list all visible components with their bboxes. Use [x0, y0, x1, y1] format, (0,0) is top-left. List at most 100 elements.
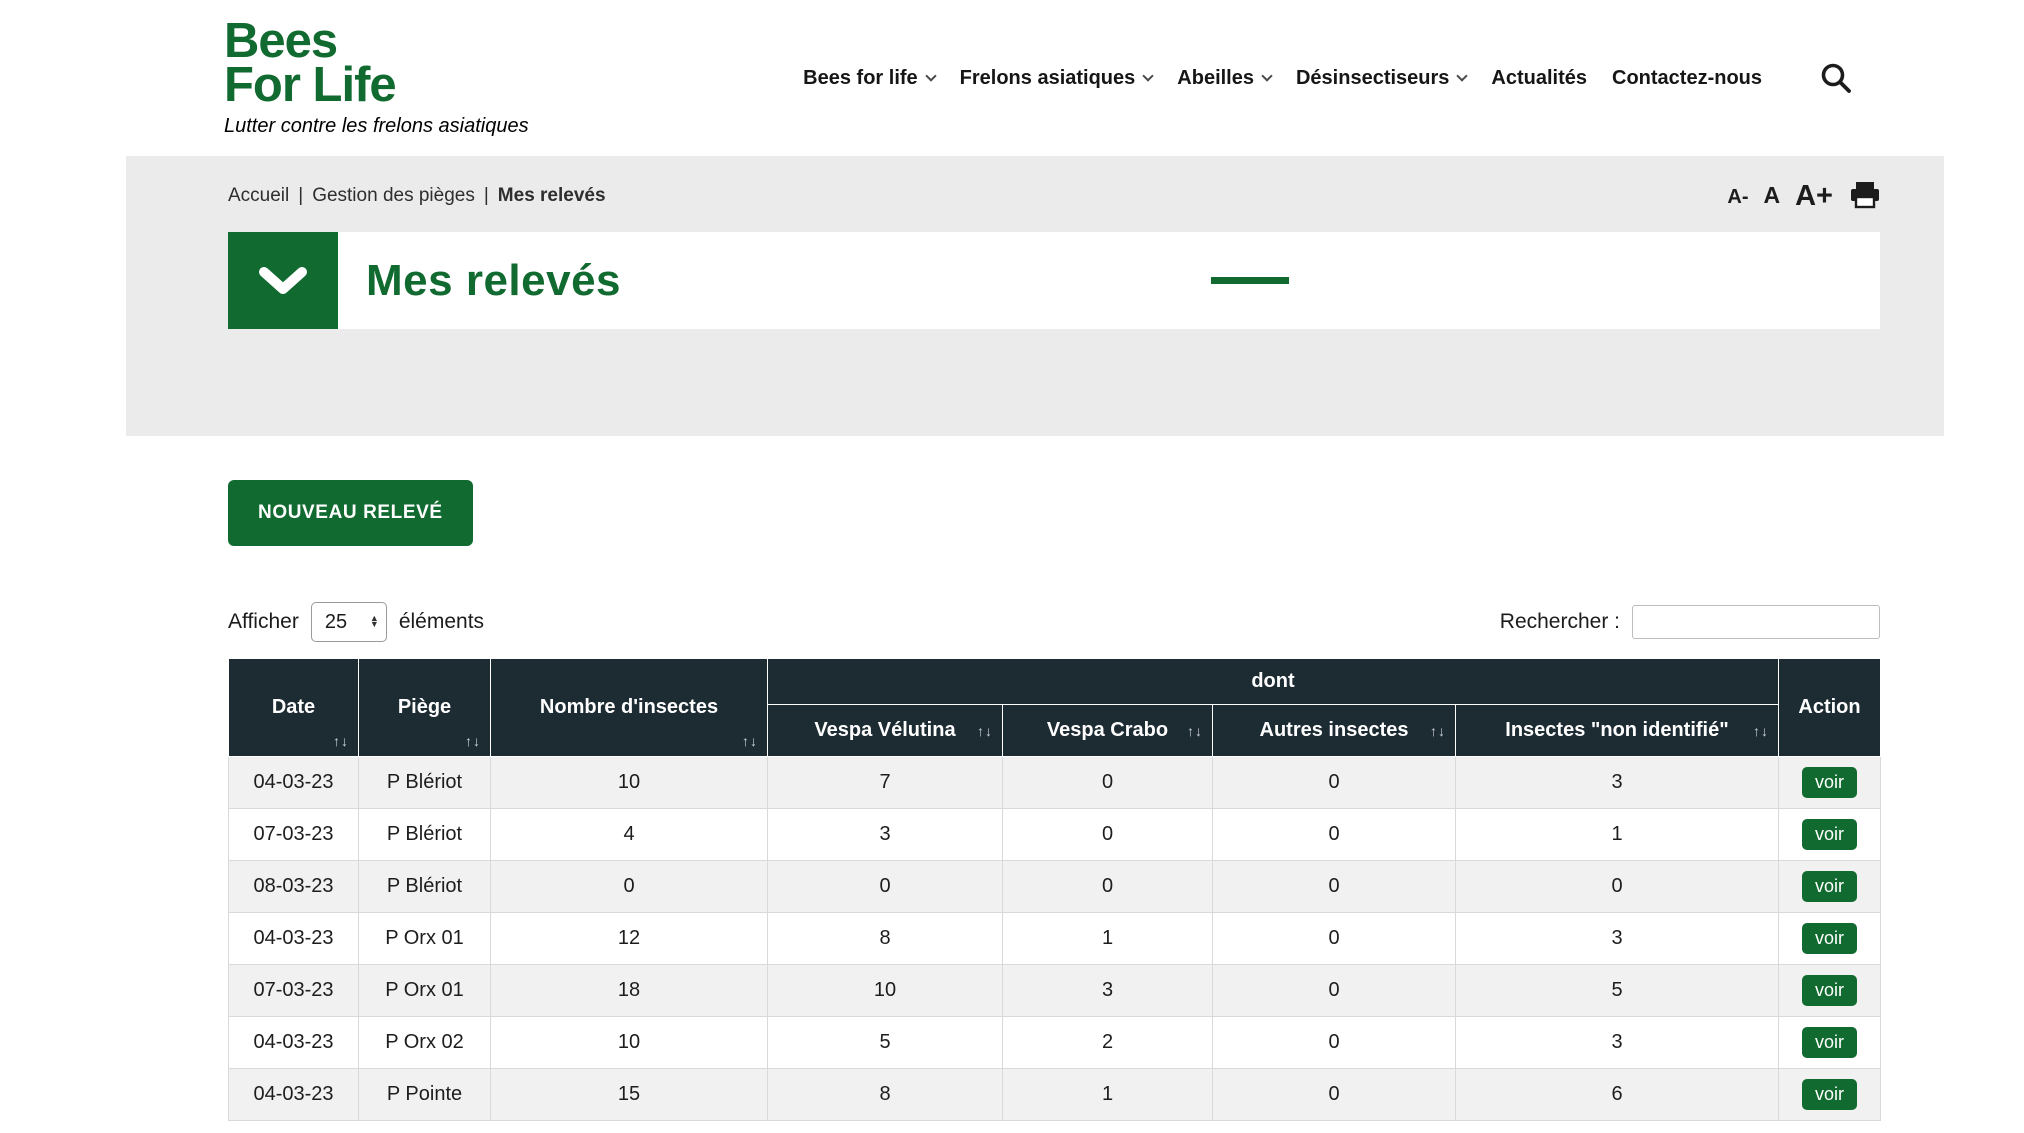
column-header-vespa-crabo[interactable]: Vespa Crabo↑↓ — [1003, 705, 1213, 757]
main-content: NOUVEAU RELEVÉ Afficher 25 ▲ ▼ éléments … — [0, 436, 2024, 1121]
table-body: 04-03-23 P Blériot 10 7 0 0 3 voir 07-03… — [229, 757, 1881, 1121]
cell-action: voir — [1779, 861, 1881, 913]
column-header-insectes-non-identifie[interactable]: Insectes "non identifié"↑↓ — [1456, 705, 1779, 757]
length-suffix-label: éléments — [399, 610, 484, 634]
cell-insectes-non-identifie: 3 — [1456, 757, 1779, 809]
brand-tagline: Lutter contre les frelons asiatiques — [224, 116, 529, 136]
new-releve-button[interactable]: NOUVEAU RELEVÉ — [228, 480, 473, 546]
length-prefix-label: Afficher — [228, 610, 299, 634]
font-larger-button[interactable]: A+ — [1795, 183, 1833, 209]
page-length-control: Afficher 25 ▲ ▼ éléments — [228, 602, 484, 642]
voir-button[interactable]: voir — [1802, 975, 1857, 1006]
table-row: 04-03-23 P Blériot 10 7 0 0 3 voir — [229, 757, 1881, 809]
voir-button[interactable]: voir — [1802, 923, 1857, 954]
select-stepper-icon: ▲ ▼ — [370, 616, 379, 627]
cell-vespa-crabo: 2 — [1003, 1017, 1213, 1069]
voir-button[interactable]: voir — [1802, 1079, 1857, 1110]
column-header-date[interactable]: Date↑↓ — [229, 659, 359, 757]
cell-action: voir — [1779, 965, 1881, 1017]
cell-piege: P Blériot — [359, 757, 491, 809]
cell-vespa-velutina: 10 — [768, 965, 1003, 1017]
nav-item-label: Désinsectiseurs — [1296, 67, 1449, 90]
cell-autres-insectes: 0 — [1213, 1017, 1456, 1069]
cell-autres-insectes: 0 — [1213, 757, 1456, 809]
cell-nombre-insectes: 15 — [491, 1069, 768, 1121]
print-icon[interactable] — [1850, 182, 1880, 209]
cell-action: voir — [1779, 1069, 1881, 1121]
table-search-input[interactable] — [1632, 605, 1880, 639]
cell-piege: P Pointe — [359, 1069, 491, 1121]
search-icon[interactable] — [1818, 60, 1854, 96]
chevron-down-icon — [1457, 70, 1468, 81]
sort-icon: ↑↓ — [1430, 723, 1446, 739]
cell-vespa-velutina: 7 — [768, 757, 1003, 809]
page-title-banner: Mes relevés — [228, 232, 1880, 329]
column-header-nombre-insectes[interactable]: Nombre d'insectes↑↓ — [491, 659, 768, 757]
table-search-control: Rechercher : — [1500, 605, 1880, 639]
sort-icon: ↑↓ — [465, 733, 481, 749]
font-smaller-button[interactable]: A- — [1727, 186, 1748, 209]
nav-item-bees-for-life[interactable]: Bees for life — [803, 67, 934, 90]
nav-item-desinsectiseurs[interactable]: Désinsectiseurs — [1296, 67, 1466, 90]
chevron-down-icon — [228, 232, 338, 329]
nav-item-actualites[interactable]: Actualités — [1491, 67, 1587, 90]
sort-icon: ↑↓ — [1753, 723, 1769, 739]
cell-vespa-crabo: 0 — [1003, 757, 1213, 809]
sort-icon: ↑↓ — [333, 733, 349, 749]
cell-insectes-non-identifie: 3 — [1456, 1017, 1779, 1069]
cell-piege: P Orx 01 — [359, 965, 491, 1017]
breadcrumb-band: Accueil|Gestion des pièges|Mes relevés A… — [126, 156, 1944, 436]
brand-name-line2: For Life — [224, 64, 529, 107]
font-normal-button[interactable]: A — [1763, 182, 1780, 209]
cell-autres-insectes: 0 — [1213, 913, 1456, 965]
cell-autres-insectes: 0 — [1213, 1069, 1456, 1121]
cell-piege: P Blériot — [359, 861, 491, 913]
nav-item-frelons-asiatiques[interactable]: Frelons asiatiques — [960, 67, 1153, 90]
cell-insectes-non-identifie: 0 — [1456, 861, 1779, 913]
column-header-piege[interactable]: Piège↑↓ — [359, 659, 491, 757]
cell-date: 04-03-23 — [229, 757, 359, 809]
table-header: Date↑↓ Piège↑↓ Nombre d'insectes↑↓ dont … — [229, 659, 1881, 757]
cell-vespa-crabo: 1 — [1003, 913, 1213, 965]
nav-item-label: Contactez-nous — [1612, 67, 1762, 90]
breadcrumb-separator: | — [484, 185, 489, 206]
cell-nombre-insectes: 10 — [491, 1017, 768, 1069]
cell-nombre-insectes: 10 — [491, 757, 768, 809]
nav-item-abeilles[interactable]: Abeilles — [1177, 67, 1271, 90]
cell-action: voir — [1779, 1017, 1881, 1069]
breadcrumb: Accueil|Gestion des pièges|Mes relevés — [228, 185, 606, 207]
sort-icon: ↑↓ — [742, 733, 758, 749]
cell-autres-insectes: 0 — [1213, 965, 1456, 1017]
table-row: 07-03-23 P Blériot 4 3 0 0 1 voir — [229, 809, 1881, 861]
cell-vespa-velutina: 5 — [768, 1017, 1003, 1069]
cell-date: 04-03-23 — [229, 913, 359, 965]
cell-action: voir — [1779, 913, 1881, 965]
page-title: Mes relevés — [366, 256, 621, 306]
font-size-controls: A- A A+ — [1727, 182, 1880, 209]
column-header-autres-insectes[interactable]: Autres insectes↑↓ — [1213, 705, 1456, 757]
cell-vespa-velutina: 8 — [768, 913, 1003, 965]
cell-autres-insectes: 0 — [1213, 861, 1456, 913]
voir-button[interactable]: voir — [1802, 767, 1857, 798]
table-row: 04-03-23 P Orx 02 10 5 2 0 3 voir — [229, 1017, 1881, 1069]
cell-nombre-insectes: 0 — [491, 861, 768, 913]
cell-nombre-insectes: 4 — [491, 809, 768, 861]
cell-nombre-insectes: 12 — [491, 913, 768, 965]
brand-logo[interactable]: Bees For Life Lutter contre les frelons … — [224, 20, 529, 135]
table-row: 07-03-23 P Orx 01 18 10 3 0 5 voir — [229, 965, 1881, 1017]
page-length-select[interactable]: 25 ▲ ▼ — [311, 602, 387, 642]
column-header-vespa-velutina[interactable]: Vespa Vélutina↑↓ — [768, 705, 1003, 757]
cell-vespa-velutina: 8 — [768, 1069, 1003, 1121]
cell-action: voir — [1779, 809, 1881, 861]
nav-item-contactez-nous[interactable]: Contactez-nous — [1612, 67, 1762, 90]
breadcrumb-link[interactable]: Accueil — [228, 185, 289, 206]
nav-item-label: Actualités — [1491, 67, 1587, 90]
voir-button[interactable]: voir — [1802, 871, 1857, 902]
voir-button[interactable]: voir — [1802, 819, 1857, 850]
voir-button[interactable]: voir — [1802, 1027, 1857, 1058]
table-row: 04-03-23 P Pointe 15 8 1 0 6 voir — [229, 1069, 1881, 1121]
column-header-action: Action — [1779, 659, 1881, 757]
breadcrumb-link[interactable]: Gestion des pièges — [312, 185, 475, 206]
cell-date: 07-03-23 — [229, 809, 359, 861]
table-row: 04-03-23 P Orx 01 12 8 1 0 3 voir — [229, 913, 1881, 965]
